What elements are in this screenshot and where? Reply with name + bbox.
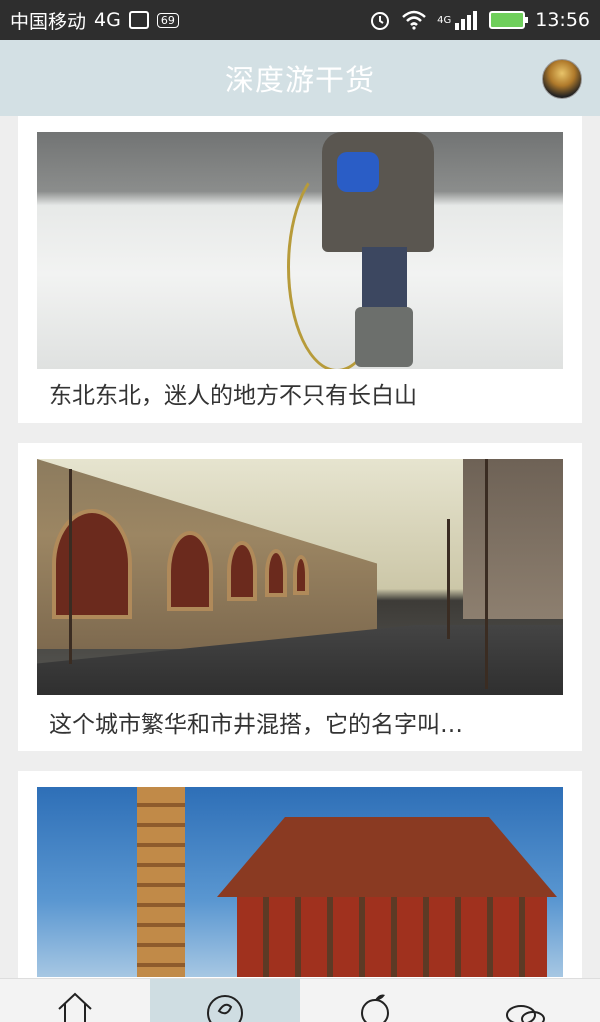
- compass-icon: [207, 995, 243, 1022]
- article-cover-image: [37, 132, 563, 369]
- clock: 13:56: [535, 9, 590, 31]
- status-bar: 中国移动 4G 69 4G 13:56: [0, 0, 600, 40]
- image-icon: [128, 11, 149, 29]
- article-cover-image: [37, 459, 563, 695]
- bottom-tab-bar: [0, 978, 600, 1022]
- article-card[interactable]: 东北东北，迷人的地方不只有长白山: [18, 116, 582, 423]
- article-card[interactable]: 这个城市繁华和市井混搭，它的名字叫…: [18, 443, 582, 751]
- alarm-icon: [371, 12, 390, 30]
- article-feed[interactable]: 东北东北，迷人的地方不只有长白山 这个城市繁华和市井混搭，它的名字叫…: [0, 116, 600, 978]
- article-title: 东北东北，迷人的地方不只有长白山: [49, 383, 417, 409]
- fruit-icon: [361, 994, 389, 1022]
- home-icon: [58, 992, 92, 1022]
- battery-icon: [489, 11, 529, 29]
- signal-type-label: 4G: [437, 15, 452, 26]
- tab-messages[interactable]: [450, 979, 600, 1022]
- tab-home[interactable]: [0, 979, 150, 1022]
- chat-icon: [506, 1005, 545, 1022]
- signal-icon: [455, 11, 478, 30]
- wifi-icon: [402, 10, 426, 30]
- article-cover-image: [37, 787, 563, 977]
- tab-explore[interactable]: [150, 979, 300, 1022]
- page-title: 深度游干货: [224, 63, 375, 97]
- network-label: 4G: [94, 9, 121, 31]
- article-card[interactable]: [18, 771, 582, 978]
- avatar-icon[interactable]: [542, 59, 582, 99]
- tab-discover[interactable]: [300, 979, 450, 1022]
- carrier-label: 中国移动: [10, 10, 87, 33]
- notification-badge: 69: [156, 12, 179, 28]
- app-header: 深度游干货: [0, 40, 600, 116]
- article-title: 这个城市繁华和市井混搭，它的名字叫…: [49, 712, 463, 738]
